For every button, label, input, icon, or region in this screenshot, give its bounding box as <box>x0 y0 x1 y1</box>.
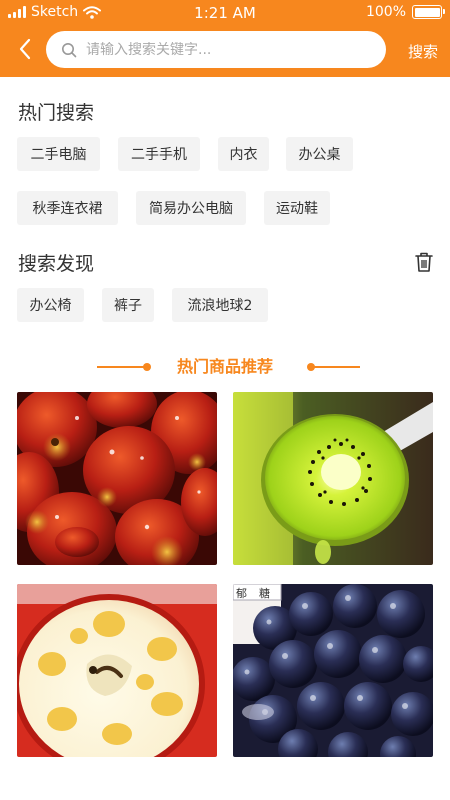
product-card-apple[interactable] <box>17 584 217 757</box>
product-card-grapes[interactable]: 郁 糖 <box>233 584 433 757</box>
status-right: 100% <box>365 4 445 20</box>
recommend-heading: 热门商品推荐 <box>0 354 450 380</box>
red-jujubes-photo <box>17 392 217 565</box>
hot-search-tag[interactable]: 内衣 <box>218 137 269 171</box>
divider-line <box>308 366 360 368</box>
hot-search-tag[interactable]: 简易办公电脑 <box>136 191 246 225</box>
hot-search-tag[interactable]: 办公桌 <box>286 137 353 171</box>
search-input[interactable] <box>86 41 356 58</box>
clear-history-button[interactable] <box>414 251 434 273</box>
discover-tag[interactable]: 裤子 <box>102 288 154 322</box>
hot-search-tag[interactable]: 二手电脑 <box>17 137 100 171</box>
battery-icon <box>412 5 445 19</box>
grape-label-char: 糖 <box>259 586 270 600</box>
discover-tag[interactable]: 办公椅 <box>17 288 84 322</box>
hot-search-tag[interactable]: 运动鞋 <box>264 191 330 225</box>
search-button[interactable]: 搜索 <box>408 41 438 62</box>
grape-label-char: 郁 <box>236 586 247 600</box>
apple-cross-section-photo <box>17 584 217 757</box>
chevron-left-icon <box>19 38 31 60</box>
search-icon <box>62 42 77 57</box>
discover-tag[interactable]: 流浪地球2 <box>172 288 268 322</box>
top-header: Sketch 1:21 AM 100% 搜索 <box>0 0 450 77</box>
product-card-jujubes[interactable] <box>17 392 217 565</box>
back-button[interactable] <box>12 36 38 62</box>
recommend-title: 热门商品推荐 <box>176 357 273 376</box>
search-bar[interactable] <box>46 31 386 68</box>
grapes-photo: 郁 糖 <box>233 584 433 757</box>
product-card-kiwi[interactable] <box>233 392 433 565</box>
hot-search-tag[interactable]: 二手手机 <box>118 137 200 171</box>
discover-title: 搜索发现 <box>18 253 95 275</box>
hot-search-title: 热门搜索 <box>18 102 95 124</box>
kiwi-slice-photo <box>233 392 433 565</box>
hot-search-tag[interactable]: 秋季连衣裙 <box>17 191 118 225</box>
trash-icon <box>415 252 433 272</box>
status-bar: Sketch 1:21 AM 100% <box>0 0 450 26</box>
battery-percent: 100% <box>365 4 406 20</box>
